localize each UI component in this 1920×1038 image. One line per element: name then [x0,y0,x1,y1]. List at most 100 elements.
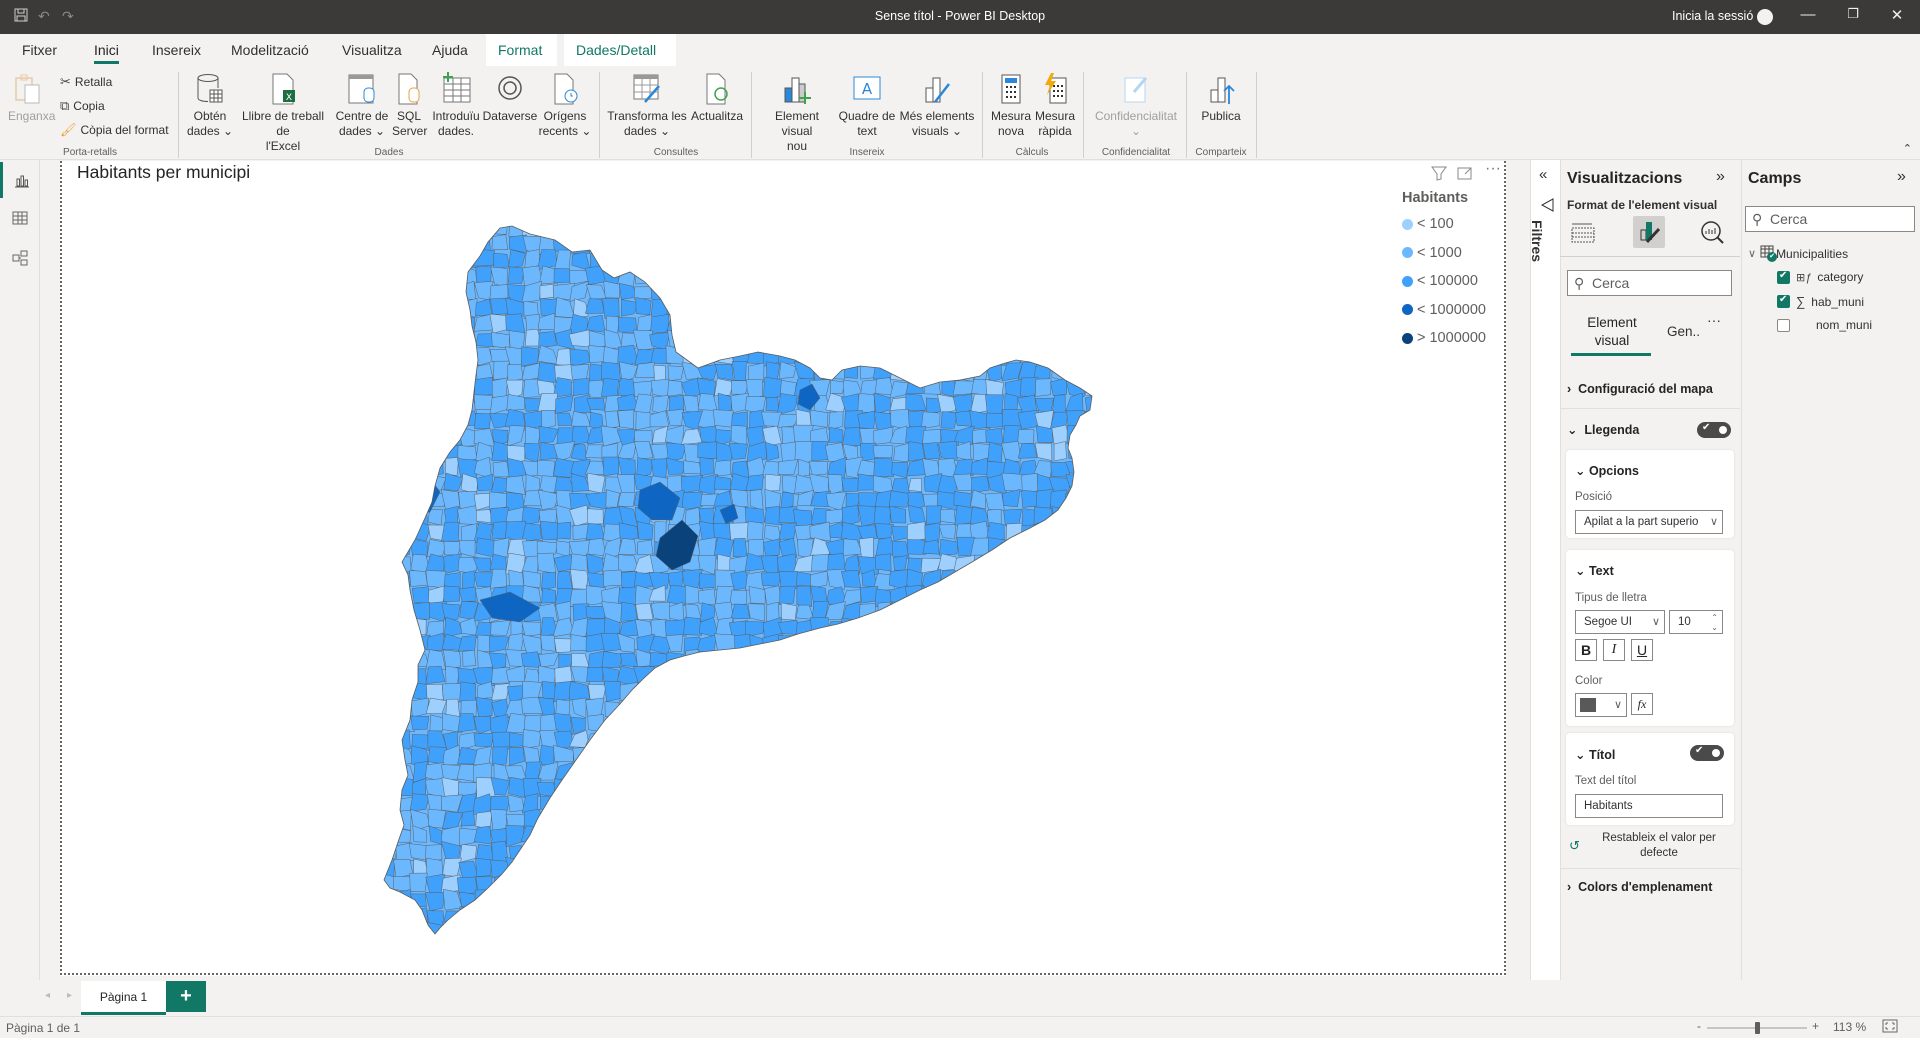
format-search-input[interactable]: ⚲ Cerca [1567,270,1732,296]
municipality-area[interactable] [537,876,557,893]
municipality-area[interactable] [813,829,830,844]
municipality-area[interactable] [953,329,972,351]
municipality-area[interactable] [909,616,926,636]
municipality-area[interactable] [808,876,830,893]
municipality-area[interactable] [937,843,959,862]
municipality-area[interactable] [633,713,655,734]
municipality-area[interactable] [904,702,925,717]
municipality-area[interactable] [808,299,830,317]
municipality-area[interactable] [684,744,702,766]
municipality-area[interactable] [442,920,464,940]
municipality-area[interactable] [971,889,988,910]
municipality-area[interactable] [1081,220,1100,238]
municipality-area[interactable] [632,251,651,269]
municipality-area[interactable] [761,762,782,783]
municipality-area[interactable] [397,253,415,269]
municipality-area[interactable] [619,877,639,893]
municipality-area[interactable] [746,379,763,399]
municipality-area[interactable] [699,457,714,477]
municipality-area[interactable] [380,443,399,462]
municipality-area[interactable] [1033,235,1054,254]
municipality-area[interactable] [872,331,895,349]
municipality-area[interactable] [697,653,718,672]
municipality-area[interactable] [554,638,573,653]
municipality-area[interactable] [762,715,780,735]
municipality-area[interactable] [793,729,814,749]
municipality-area[interactable] [652,745,671,767]
more-tabs-icon[interactable]: ··· [1707,312,1721,328]
municipality-area[interactable] [394,409,414,430]
municipality-area[interactable] [874,315,893,333]
municipality-area[interactable] [621,808,639,829]
municipality-area[interactable] [652,395,669,415]
tab-general[interactable]: Gen.. [1667,324,1700,339]
municipality-area[interactable] [633,744,651,767]
municipality-area[interactable] [1017,605,1038,620]
municipality-area[interactable] [1084,841,1100,862]
municipality-area[interactable] [1003,856,1019,880]
section-legend[interactable]: ⌄ Llegenda [1567,422,1639,437]
municipality-area[interactable] [458,586,477,602]
municipality-area[interactable] [890,812,911,828]
municipality-area[interactable] [397,235,414,256]
municipality-area[interactable] [380,478,396,492]
municipality-area[interactable] [937,249,960,267]
municipality-area[interactable] [858,250,879,266]
fields-search-input[interactable]: ⚲ Cerca [1745,206,1915,232]
municipality-area[interactable] [856,859,877,877]
municipality-area[interactable] [986,298,1008,320]
municipality-area[interactable] [1000,873,1023,893]
municipality-area[interactable] [1052,856,1070,879]
municipality-area[interactable] [380,490,399,510]
municipality-area[interactable] [381,731,398,749]
municipality-area[interactable] [811,237,830,251]
municipality-area[interactable] [892,826,909,847]
municipality-area[interactable] [909,268,927,287]
municipality-area[interactable] [764,825,783,847]
municipality-area[interactable] [732,843,749,862]
municipality-area[interactable] [619,682,639,703]
municipality-area[interactable] [1084,377,1100,398]
municipality-area[interactable] [1081,829,1100,845]
municipality-area[interactable] [796,763,814,783]
municipality-area[interactable] [411,265,431,284]
municipality-area[interactable] [1068,602,1086,620]
municipality-area[interactable] [872,445,894,459]
municipality-area[interactable] [908,921,927,940]
municipality-area[interactable] [828,249,843,272]
municipality-area[interactable] [923,651,942,670]
municipality-area[interactable] [409,377,430,399]
municipality-area[interactable] [1033,681,1054,701]
municipality-area[interactable] [810,345,828,365]
municipality-area[interactable] [827,651,843,672]
municipality-area[interactable] [394,220,414,235]
municipality-area[interactable] [1000,842,1020,863]
municipality-area[interactable] [859,681,876,702]
municipality-area[interactable] [1064,763,1087,780]
municipality-area[interactable] [796,924,813,940]
municipality-area[interactable] [956,746,974,767]
municipality-area[interactable] [652,669,669,685]
municipality-area[interactable] [1018,265,1035,287]
municipality-area[interactable] [538,842,558,861]
restore-icon[interactable]: ❐ [1838,6,1868,22]
municipality-area[interactable] [939,825,959,847]
municipality-area[interactable] [985,792,1008,814]
municipality-area[interactable] [1066,873,1087,893]
municipality-area[interactable] [953,813,975,831]
municipality-area[interactable] [809,714,830,732]
municipality-area[interactable] [1017,842,1037,861]
municipality-area[interactable] [604,845,621,863]
municipality-area[interactable] [761,332,778,350]
more-visuals-button[interactable]: Més elements visuals ⌄ [898,72,976,139]
municipality-area[interactable] [1085,298,1100,317]
municipality-area[interactable] [891,731,910,747]
municipality-area[interactable] [635,696,653,716]
paste-button[interactable]: Enganxa [8,72,55,124]
municipality-area[interactable] [747,317,766,336]
municipality-area[interactable] [601,220,619,238]
municipality-area[interactable] [777,746,799,765]
municipality-area[interactable] [1002,761,1024,782]
municipality-area[interactable] [860,729,880,748]
municipality-area[interactable] [1049,538,1067,556]
